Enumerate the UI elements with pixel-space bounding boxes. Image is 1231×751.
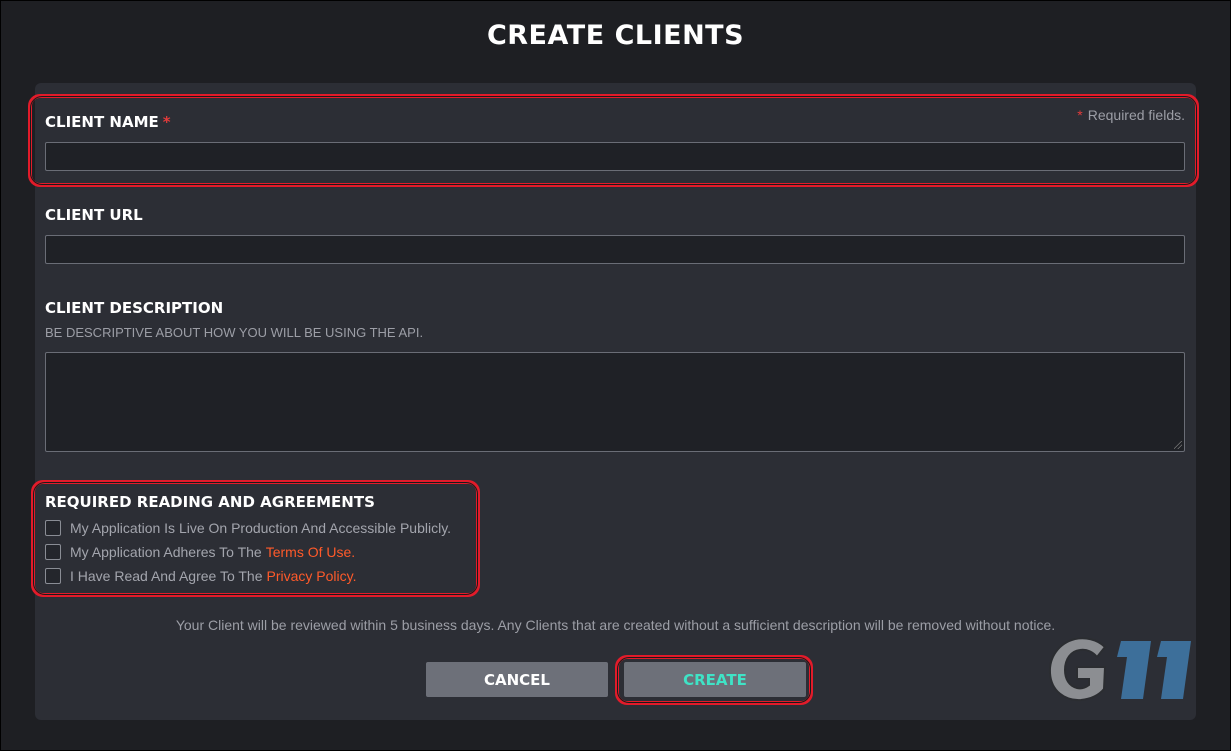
client-name-label-text: CLIENT NAME: [45, 113, 159, 131]
client-name-label: CLIENT NAME *: [45, 113, 171, 131]
required-star: *: [1077, 107, 1083, 123]
client-description-textarea[interactable]: [45, 352, 1185, 452]
client-description-label: CLIENT DESCRIPTION: [45, 299, 224, 317]
g11-logo-icon: [1048, 637, 1191, 702]
review-note: Your Client will be reviewed within 5 bu…: [175, 617, 1056, 633]
agreement-checkbox-privacy[interactable]: [45, 568, 61, 584]
cancel-button[interactable]: CANCEL: [426, 662, 608, 697]
agreement-text: My Application Adheres To The: [70, 544, 262, 560]
client-url-input[interactable]: [45, 235, 1185, 264]
privacy-policy-link[interactable]: Privacy Policy.: [267, 568, 357, 584]
agreement-item-terms: My Application Adheres To The Terms Of U…: [45, 543, 355, 561]
agreement-text: I Have Read And Agree To The: [70, 568, 263, 584]
required-star: *: [162, 113, 171, 131]
agreement-item-live: My Application Is Live On Production And…: [45, 519, 451, 537]
client-url-label: CLIENT URL: [45, 206, 143, 224]
required-fields-note: * Required fields.: [1077, 107, 1185, 123]
client-name-input[interactable]: [45, 142, 1185, 171]
client-description-hint: BE DESCRIPTIVE ABOUT HOW YOU WILL BE USI…: [45, 325, 424, 340]
resize-handle-icon[interactable]: [1174, 441, 1182, 449]
agreement-item-privacy: I Have Read And Agree To The Privacy Pol…: [45, 567, 357, 585]
page-title: CREATE CLIENTS: [486, 20, 745, 51]
agreements-title: REQUIRED READING AND AGREEMENTS: [45, 493, 375, 511]
agreement-checkbox-terms[interactable]: [45, 544, 61, 560]
create-button[interactable]: CREATE: [624, 662, 806, 697]
required-fields-text: Required fields.: [1087, 107, 1185, 123]
terms-of-use-link[interactable]: Terms Of Use.: [266, 544, 355, 560]
agreement-checkbox-live[interactable]: [45, 520, 61, 536]
agreement-text: My Application Is Live On Production And…: [70, 520, 452, 536]
